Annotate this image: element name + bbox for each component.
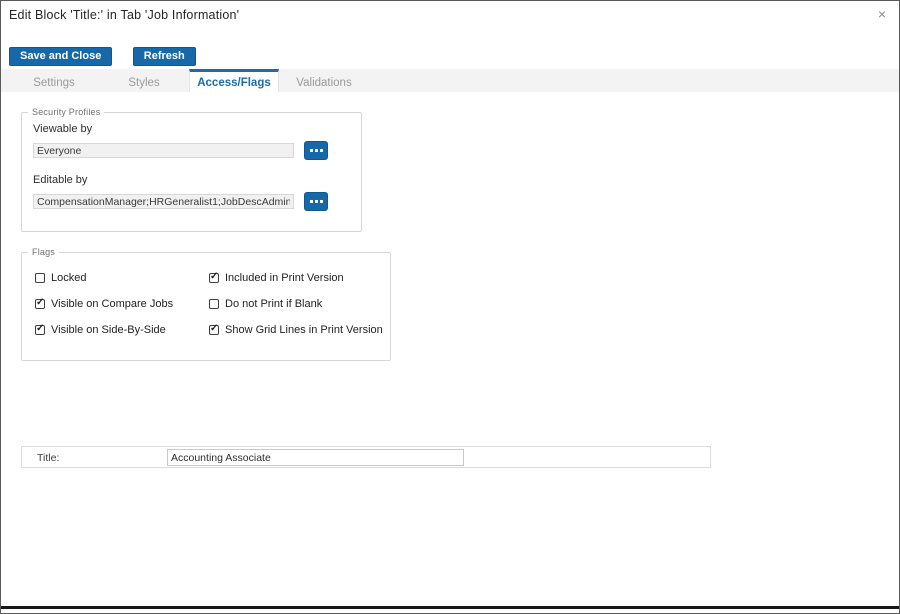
flags-legend: Flags xyxy=(32,247,56,257)
block-preview-row: Title: xyxy=(21,446,711,468)
flag-item-included-print-version: Included in Print Version xyxy=(209,265,390,291)
editable-by-browse-button[interactable] xyxy=(304,192,328,211)
checkbox-do-not-print-if-blank[interactable] xyxy=(209,299,219,309)
flag-item-visible-compare-jobs: Visible on Compare Jobs xyxy=(35,291,209,317)
flag-label: Visible on Side-By-Side xyxy=(51,324,166,336)
checkbox-visible-side-by-side[interactable] xyxy=(35,323,45,335)
refresh-button[interactable]: Refresh xyxy=(132,47,196,66)
edit-block-dialog: Edit Block 'Title:' in Tab 'Job Informat… xyxy=(0,0,900,614)
tab-bar: Settings Styles Access/Flags Validations xyxy=(1,69,899,92)
flags-group: Flags Locked Visible on Compare Jobs Vis… xyxy=(21,247,391,361)
flag-item-visible-side-by-side: Visible on Side-By-Side xyxy=(35,317,209,343)
tab-access-flags[interactable]: Access/Flags xyxy=(189,69,279,92)
title-field-input[interactable] xyxy=(167,449,464,466)
ellipsis-icon xyxy=(309,200,323,203)
viewable-by-row xyxy=(33,141,361,160)
checkbox-show-grid-lines[interactable] xyxy=(209,323,219,335)
security-profiles-legend: Security Profiles xyxy=(32,107,101,117)
flags-grid: Locked Visible on Compare Jobs Visible o… xyxy=(35,265,390,343)
editable-by-label: Editable by xyxy=(33,174,88,186)
flag-label: Do not Print if Blank xyxy=(225,298,323,310)
flag-item-do-not-print-if-blank: Do not Print if Blank xyxy=(209,291,390,317)
tab-validations[interactable]: Validations xyxy=(279,69,369,92)
tab-styles[interactable]: Styles xyxy=(99,69,189,92)
flag-label: Included in Print Version xyxy=(225,272,344,284)
toolbar: Save and Close Refresh xyxy=(9,46,212,66)
viewable-by-input[interactable] xyxy=(33,143,294,158)
save-and-close-button[interactable]: Save and Close xyxy=(9,47,113,66)
flag-label: Locked xyxy=(51,272,87,284)
ellipsis-icon xyxy=(309,149,323,152)
tab-settings[interactable]: Settings xyxy=(9,69,99,92)
checkbox-included-print-version[interactable] xyxy=(209,271,219,283)
editable-by-row xyxy=(33,192,361,211)
close-icon[interactable]: × xyxy=(874,6,890,22)
dialog-title: Edit Block 'Title:' in Tab 'Job Informat… xyxy=(9,8,240,22)
flag-item-show-grid-lines: Show Grid Lines in Print Version xyxy=(209,317,390,343)
viewable-by-browse-button[interactable] xyxy=(304,141,328,160)
title-field-label: Title: xyxy=(37,452,60,464)
flag-item-locked: Locked xyxy=(35,265,209,291)
security-profiles-group: Security Profiles Viewable by Editable b… xyxy=(21,107,362,232)
flag-label: Visible on Compare Jobs xyxy=(51,298,174,310)
checkbox-locked[interactable] xyxy=(35,273,45,283)
checkbox-visible-compare-jobs[interactable] xyxy=(35,297,45,309)
flag-label: Show Grid Lines in Print Version xyxy=(225,324,383,336)
viewable-by-label: Viewable by xyxy=(33,123,93,135)
bottom-edge-bar xyxy=(1,606,899,609)
editable-by-input[interactable] xyxy=(33,194,294,209)
